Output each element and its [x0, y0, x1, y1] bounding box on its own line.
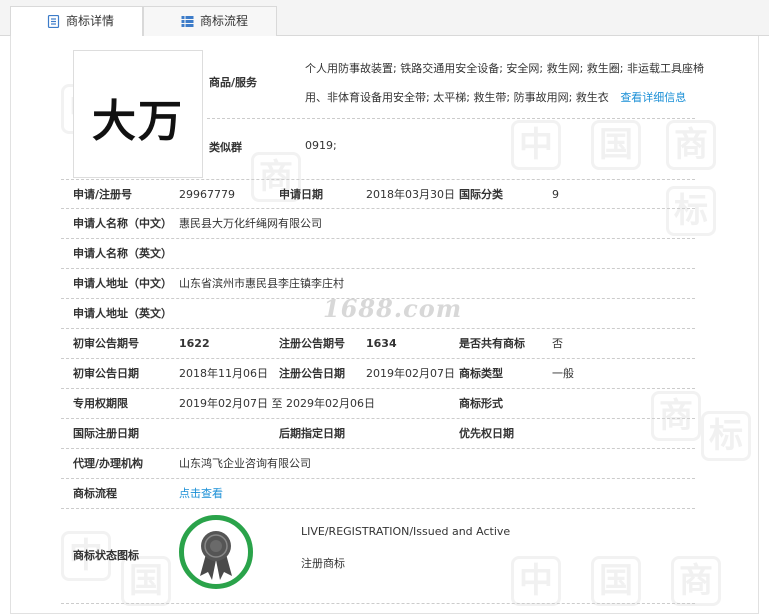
row-value: 一般: [552, 367, 574, 380]
goods-services-line1: 个人用防事故装置; 铁路交通用安全设备; 安全网; 救生网; 救生圈; 非运载工…: [305, 62, 705, 75]
status-label: 商标状态图标: [73, 549, 139, 562]
table-row: 初审公告期号 1622 注册公告期号 1634 是否共有商标 否: [61, 329, 695, 359]
row-value: 1634: [366, 337, 397, 350]
trademark-logo-text: 大万: [92, 96, 184, 147]
status-english: LIVE/REGISTRATION/Issued and Active: [301, 525, 511, 538]
table-row: 初审公告日期 2018年11月06日 注册公告日期 2019年02月07日 商标…: [61, 359, 695, 389]
row-label: 申请/注册号: [73, 188, 133, 201]
status-badge: [179, 515, 253, 589]
row-value: 2019年02月07日 至 2029年02月06日: [179, 397, 375, 410]
table-row: 申请人地址（中文） 山东省滨州市惠民县李庄镇李庄村: [61, 269, 695, 299]
tab-trademark-process[interactable]: 商标流程: [143, 6, 277, 36]
row-label: 注册公告期号: [279, 337, 345, 350]
row-value: 惠民县大万化纤绳网有限公司: [179, 217, 322, 230]
tab-label: 商标流程: [200, 14, 249, 28]
watermark-char: 标: [701, 411, 751, 461]
row-value: 山东鸿飞企业咨询有限公司: [179, 457, 311, 470]
trademark-image: 大万: [73, 50, 203, 178]
trademark-detail-panel: 中 国 中 国 商 商 标 商 标 中 国 中 国 商 1688.com 大万 …: [10, 36, 759, 614]
row-label: 国际分类: [459, 188, 503, 201]
row-label: 是否共有商标: [459, 337, 525, 350]
goods-services-label: 商品/服务: [209, 76, 258, 89]
row-label: 申请人地址（英文）: [73, 307, 172, 320]
row-label: 商标形式: [459, 397, 503, 410]
row-value: 9: [552, 188, 559, 201]
divider: [207, 118, 695, 119]
similar-group-label: 类似群: [209, 141, 242, 154]
table-row: 申请人名称（英文）: [61, 239, 695, 269]
row-label: 专用权期限: [73, 397, 128, 410]
row-value: 否: [552, 337, 563, 350]
row-label: 申请人地址（中文）: [73, 277, 172, 290]
row-value: 1622: [179, 337, 210, 350]
view-process-link[interactable]: 点击查看: [179, 479, 223, 509]
row-value: 29967779: [179, 188, 235, 201]
goods-services-text: 用、非体育设备用安全带; 太平梯; 救生带; 防事故用网; 救生衣: [305, 91, 609, 104]
table-row: 申请人地址（英文）: [61, 299, 695, 329]
row-label: 商标流程: [73, 487, 117, 500]
row-label: 初审公告期号: [73, 337, 139, 350]
row-label: 申请人名称（中文）: [73, 217, 172, 230]
status-row: 商标状态图标 LIVE/REGISTRATION/Issued and Acti…: [61, 509, 695, 604]
trademark-info-table: 申请/注册号 29967779 申请日期 2018年03月30日 国际分类 9 …: [61, 179, 695, 604]
table-row: 商标流程 点击查看: [61, 479, 695, 509]
row-label: 国际注册日期: [73, 427, 139, 440]
list-icon: [181, 16, 194, 27]
row-value: 山东省滨州市惠民县李庄镇李庄村: [179, 277, 344, 290]
row-label: 初审公告日期: [73, 367, 139, 380]
row-label: 商标类型: [459, 367, 503, 380]
document-icon: [47, 15, 60, 28]
row-value: 2018年03月30日: [366, 188, 455, 201]
table-row: 申请人名称（中文） 惠民县大万化纤绳网有限公司: [61, 209, 695, 239]
row-label: 优先权日期: [459, 427, 514, 440]
status-chinese: 注册商标: [301, 557, 345, 570]
tab-bar: 商标详情 商标流程: [0, 0, 769, 37]
row-value: 2018年11月06日: [179, 367, 268, 380]
similar-group-value: 0919;: [305, 139, 337, 152]
tab-trademark-details[interactable]: 商标详情: [10, 6, 143, 37]
view-details-link[interactable]: 查看详细信息: [620, 91, 686, 104]
table-row: 申请/注册号 29967779 申请日期 2018年03月30日 国际分类 9: [61, 179, 695, 209]
table-row: 专用权期限 2019年02月07日 至 2029年02月06日 商标形式: [61, 389, 695, 419]
award-ribbon-icon: [200, 531, 232, 580]
table-row: 代理/办理机构 山东鸿飞企业咨询有限公司: [61, 449, 695, 479]
trademark-summary: 大万 商品/服务 个人用防事故装置; 铁路交通用安全设备; 安全网; 救生网; …: [11, 36, 758, 183]
row-label: 申请日期: [279, 188, 323, 201]
goods-services-line2: 用、非体育设备用安全带; 太平梯; 救生带; 防事故用网; 救生衣 查看详细信息: [305, 89, 686, 105]
row-value: 2019年02月07日: [366, 367, 455, 380]
row-label: 后期指定日期: [279, 427, 345, 440]
table-row: 国际注册日期 后期指定日期 优先权日期: [61, 419, 695, 449]
row-label: 代理/办理机构: [73, 457, 144, 470]
tab-label: 商标详情: [66, 14, 115, 28]
row-label: 注册公告日期: [279, 367, 345, 380]
row-label: 申请人名称（英文）: [73, 247, 172, 260]
